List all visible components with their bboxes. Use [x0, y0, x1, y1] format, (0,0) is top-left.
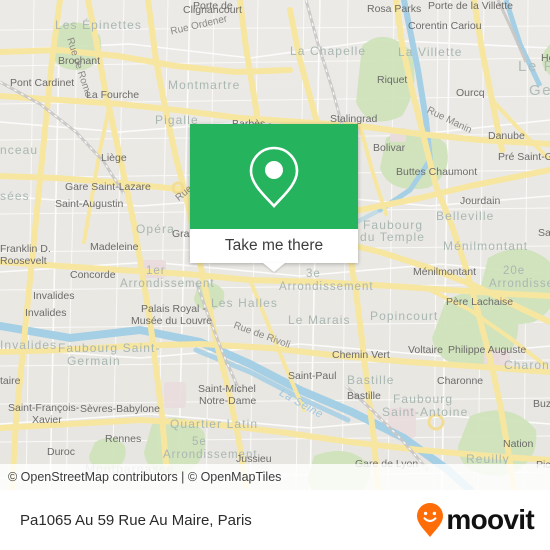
map-attribution: © OpenStreetMap contributors | © OpenMap… [0, 464, 550, 490]
attribution-text: © OpenStreetMap contributors | © OpenMap… [8, 470, 282, 484]
moovit-smiley-pin-icon [417, 503, 444, 537]
card-cta[interactable]: Take me there [190, 229, 358, 263]
location-title: Pa1065 Au 59 Rue Au Maire, Paris [20, 511, 252, 529]
card-cta-label: Take me there [224, 237, 324, 254]
take-me-there-card[interactable]: Take me there [190, 124, 358, 272]
map-screen: Les Épinettes Rue Ordener Porte de Clignanc… [0, 0, 550, 550]
moovit-logo[interactable]: moovit [415, 502, 550, 538]
map-pin-icon [249, 146, 299, 208]
footer-bar: Pa1065 Au 59 Rue Au Maire, Paris moovit [0, 490, 550, 550]
moovit-wordmark: moovit [446, 504, 534, 535]
card-pointer-tail [263, 263, 285, 272]
card-image-area [190, 124, 358, 229]
